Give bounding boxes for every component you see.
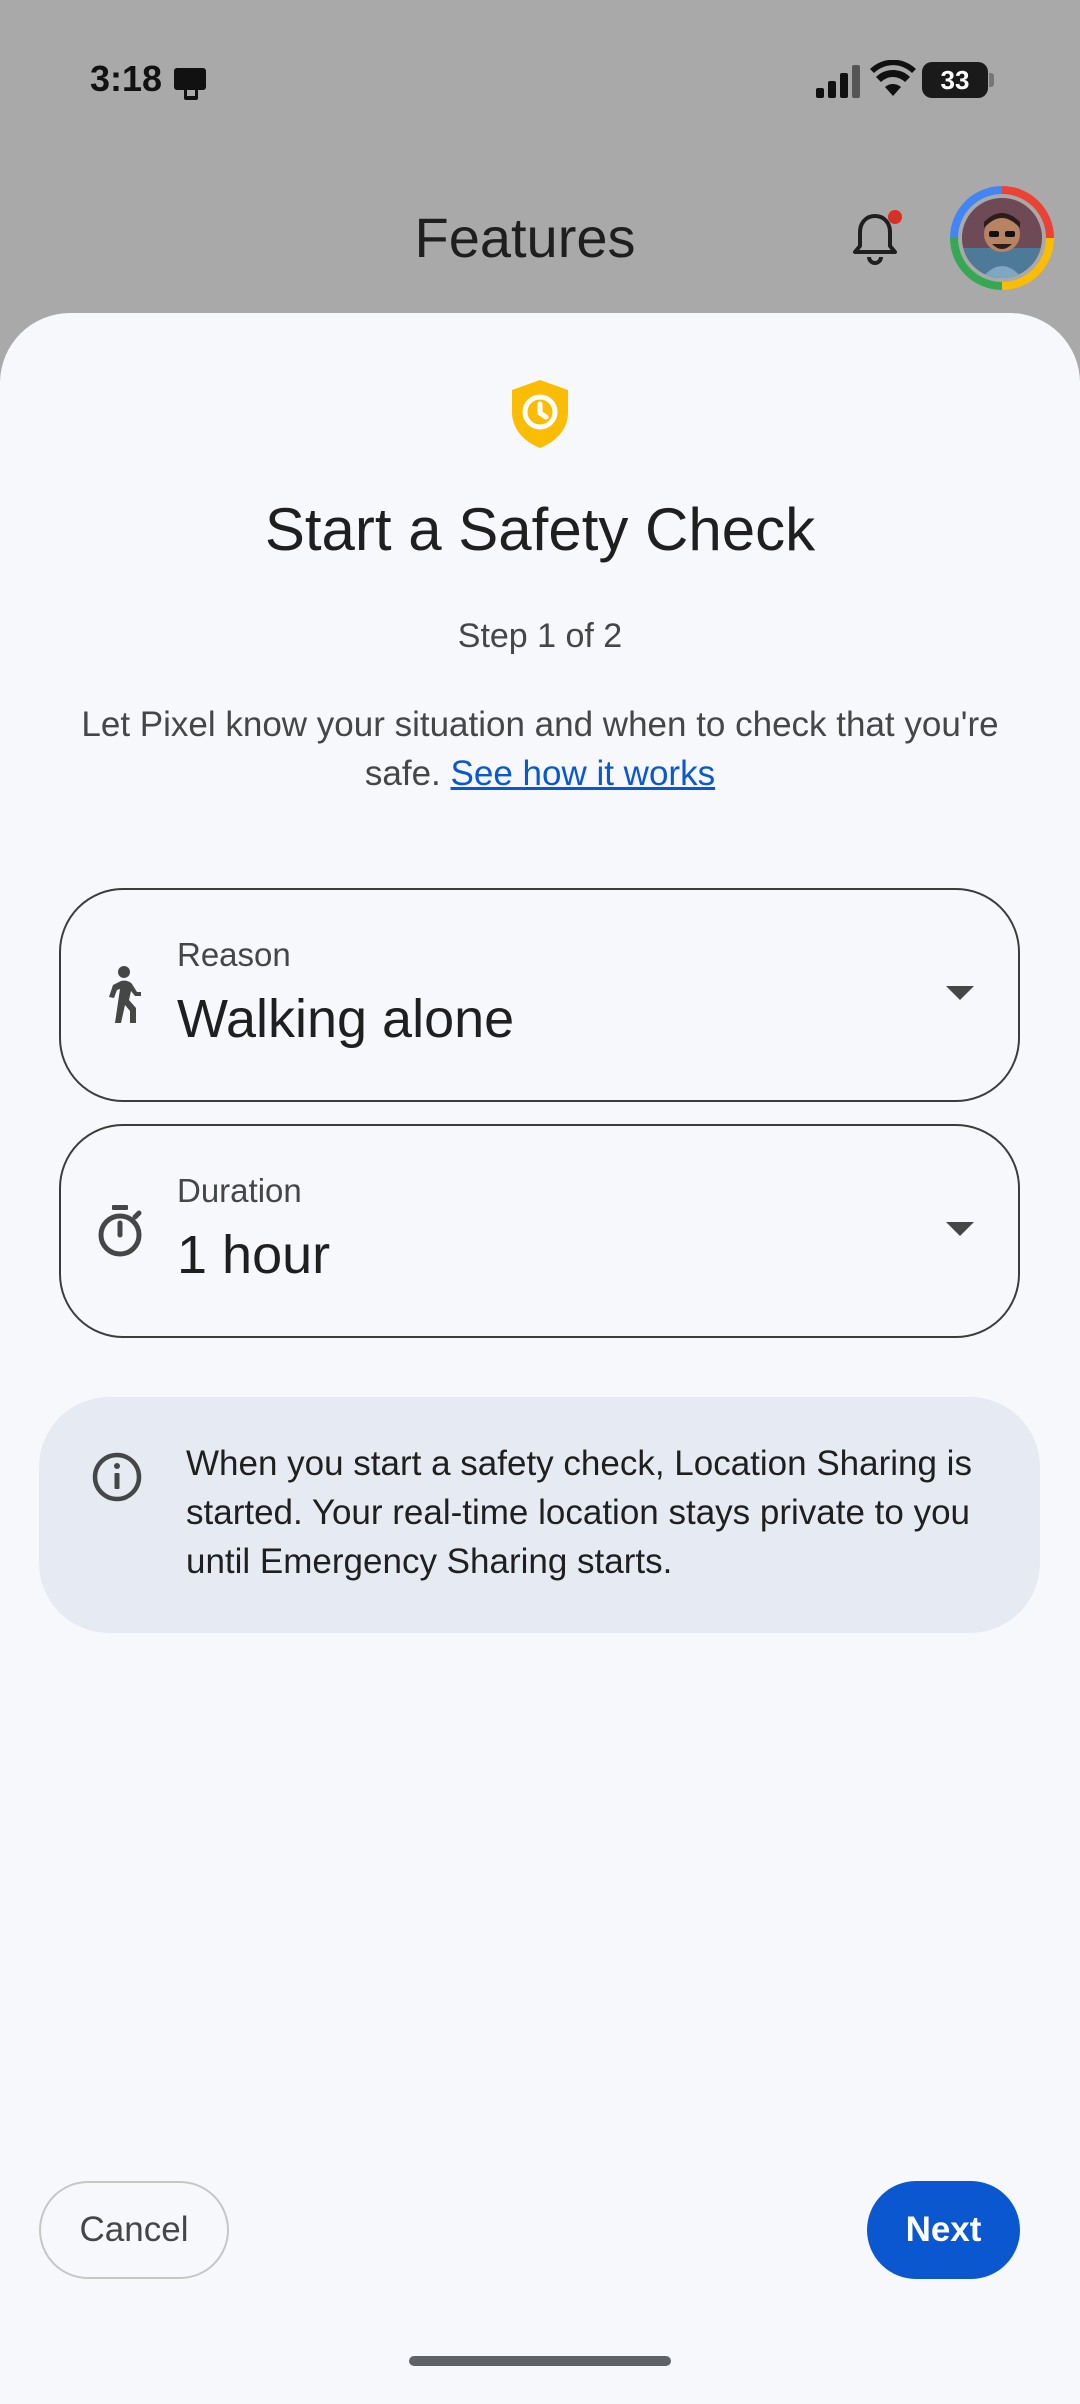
avatar[interactable]	[958, 194, 1046, 282]
wifi-icon	[870, 60, 916, 96]
reason-dropdown[interactable]: Reason Walking alone	[59, 888, 1020, 1102]
cellular-signal-icon	[816, 65, 860, 98]
info-card: When you start a safety check, Location …	[39, 1397, 1040, 1633]
screen: 3:18 33 Features Start a Safety Check St…	[0, 0, 1080, 2404]
see-how-it-works-link[interactable]: See how it works	[451, 754, 716, 793]
battery-level: 33	[940, 65, 970, 95]
notification-dot	[888, 210, 902, 224]
walking-person-icon	[109, 966, 141, 1023]
home-indicator[interactable]	[409, 2356, 671, 2366]
status-time: 3:18	[90, 58, 163, 99]
duration-label: Duration	[177, 1172, 302, 1209]
reason-label: Reason	[177, 936, 291, 973]
timer-icon	[98, 1205, 142, 1257]
battery-indicator: 33	[922, 62, 994, 98]
duration-dropdown[interactable]: Duration 1 hour	[59, 1124, 1020, 1338]
avatar-image	[962, 198, 1042, 278]
cancel-button[interactable]: Cancel	[39, 2181, 229, 2279]
duration-value: 1 hour	[177, 1225, 331, 1285]
step-indicator: Step 1 of 2	[457, 617, 623, 655]
status-bar: 3:18 33	[0, 0, 1080, 160]
info-text: When you start a safety check, Location …	[186, 1444, 972, 1581]
sheet-description: Let Pixel know your situation and when t…	[70, 700, 1010, 798]
next-button[interactable]: Next	[867, 2181, 1020, 2279]
chevron-down-icon	[946, 1222, 974, 1236]
info-icon	[92, 1452, 142, 1502]
screen-recording-icon	[174, 68, 206, 100]
shield-clock-icon	[512, 380, 568, 448]
battery-tip	[989, 73, 994, 87]
sheet-title: Start a Safety Check	[264, 496, 816, 563]
chevron-down-icon	[946, 986, 974, 1000]
reason-value: Walking alone	[177, 989, 515, 1049]
